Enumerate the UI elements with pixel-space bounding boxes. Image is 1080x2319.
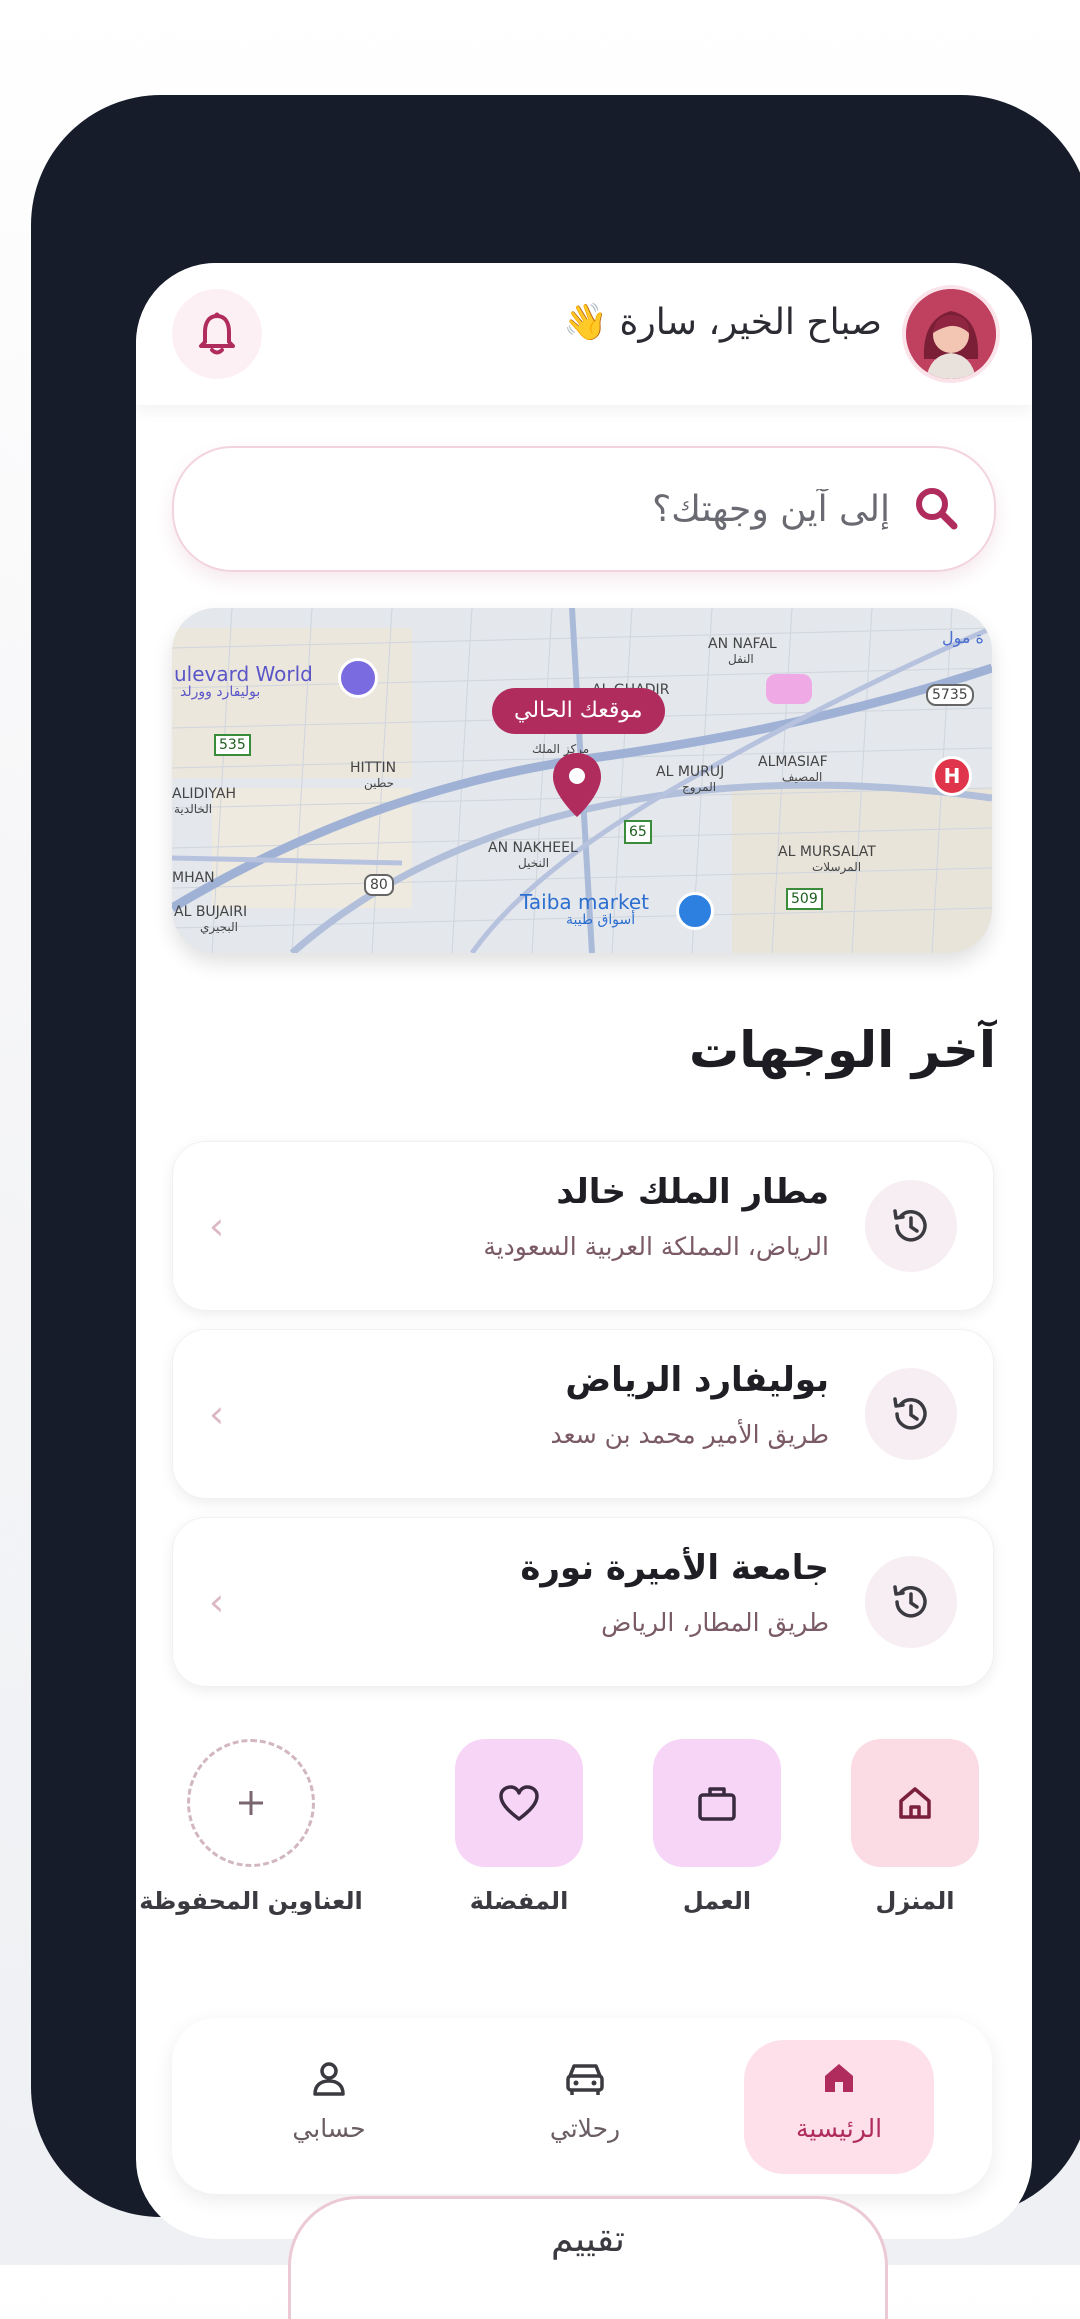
- search-icon: [916, 488, 958, 530]
- rate-label: تقييم: [551, 2219, 625, 2260]
- car-icon: [766, 674, 812, 704]
- nav-label: حسابي: [292, 2114, 366, 2143]
- destination-name: مطار الملك خالد: [556, 1172, 829, 1212]
- rate-button[interactable]: تقييم: [288, 2196, 888, 2319]
- home-tile[interactable]: [851, 1739, 979, 1867]
- road-shield-535: 535: [214, 734, 251, 756]
- map-label-hittin-ar: حطين: [364, 776, 395, 790]
- destination-address: طريق الأمير محمد بن سعد: [550, 1420, 829, 1449]
- nav-home[interactable]: الرئيسية: [744, 2040, 934, 2174]
- nav-label: رحلاتي: [549, 2114, 621, 2143]
- map-label-al-mursalat: AL MURSALAT: [778, 844, 876, 860]
- briefcase-icon: [698, 1787, 736, 1821]
- hospital-icon: H: [932, 756, 972, 796]
- nav-account[interactable]: حسابي: [234, 2040, 424, 2174]
- map-label-taiba-market: Taiba market: [520, 890, 650, 914]
- work-tile[interactable]: [653, 1739, 781, 1867]
- quick-action-label: المفضلة: [469, 1887, 569, 1915]
- road-shield-65: 65: [624, 820, 652, 844]
- recent-destination-item[interactable]: بوليفارد الرياض طريق الأمير محمد بن سعد …: [172, 1329, 994, 1499]
- avatar[interactable]: [906, 289, 996, 379]
- favorites-tile[interactable]: [455, 1739, 583, 1867]
- car-icon: [566, 2064, 604, 2095]
- map-label-mhan: MHAN: [172, 870, 215, 886]
- map-label-al-bujairi: AL BUJAIRI: [174, 904, 248, 920]
- map-label-alidiyah: ALIDIYAH: [172, 786, 236, 802]
- quick-action-label: المنزل: [875, 1887, 955, 1915]
- shopping-cart-icon: [676, 892, 714, 930]
- current-location-label: موقعك الحالي: [492, 688, 665, 734]
- recent-destination-item[interactable]: مطار الملك خالد الرياض، المملكة العربية …: [172, 1141, 994, 1311]
- location-pin-icon: [553, 753, 601, 817]
- quick-action-home[interactable]: المنزل: [850, 1739, 980, 1915]
- heart-icon: [499, 1785, 539, 1821]
- road-shield-80: 80: [364, 874, 394, 896]
- plus-icon: [239, 1791, 263, 1815]
- destination-name: جامعة الأميرة نورة: [520, 1548, 829, 1588]
- quick-action-saved-addresses[interactable]: العناوين المحفوظة: [136, 1739, 371, 1915]
- home-icon: [825, 2064, 853, 2092]
- search-input[interactable]: [268, 468, 892, 550]
- destination-name: بوليفارد الرياض: [565, 1360, 829, 1400]
- chevron-left-icon: ‹: [209, 1392, 225, 1436]
- chevron-left-icon: ‹: [209, 1580, 225, 1624]
- map-view[interactable]: ulevard World بوليفارد وورلد AN NAFAL ال…: [172, 608, 992, 953]
- quick-action-label: العمل: [682, 1887, 752, 1915]
- map-label-al-masiaf-ar: المصيف: [782, 770, 823, 784]
- recent-destination-item[interactable]: جامعة الأميرة نورة طريق المطار، الرياض ‹: [172, 1517, 994, 1687]
- phone-frame: صباح الخير، سارة 👋 إلى آين وجهتك؟ ulevar…: [31, 95, 1080, 2239]
- map-label-an-nakheel: AN NAKHEEL: [488, 840, 578, 856]
- bell-icon: [199, 312, 235, 355]
- map-label-al-bujairi-ar: البجيري: [200, 920, 238, 934]
- map-label-boulevard-ar: بوليفارد وورلد: [180, 684, 261, 700]
- map-label-hittin: HITTIN: [350, 760, 397, 776]
- road-shield-5735: 5735: [926, 684, 974, 706]
- map-label-mall-ar: ة مول: [942, 628, 984, 647]
- notifications-button[interactable]: [172, 289, 262, 379]
- bottom-navigation: الرئيسية رحلاتي حسابي: [172, 2018, 992, 2194]
- quick-action-favorites[interactable]: المفضلة: [454, 1739, 584, 1915]
- history-icon: [865, 1180, 957, 1272]
- greeting-text: صباح الخير، سارة 👋: [563, 302, 882, 343]
- map-label-an-nakheel-ar: النخيل: [518, 856, 550, 870]
- map-label-an-nafal: AN NAFAL: [708, 636, 777, 652]
- quick-action-work[interactable]: العمل: [652, 1739, 782, 1915]
- recent-destinations-title: آخر الوجهات: [688, 1021, 996, 1079]
- map-label-boulevard: ulevard World: [174, 662, 313, 686]
- destination-address: الرياض، المملكة العربية السعودية: [483, 1232, 829, 1261]
- boulevard-pin-icon: [338, 658, 378, 698]
- destination-address: طريق المطار، الرياض: [601, 1608, 829, 1637]
- map-label-al-muruj: AL MURUJ: [656, 764, 725, 780]
- top-header: صباح الخير، سارة 👋: [136, 263, 1032, 405]
- road-shield-509: 509: [786, 888, 823, 910]
- map-label-al-mursalat-ar: المرسلات: [812, 860, 862, 874]
- app-screen: صباح الخير، سارة 👋 إلى آين وجهتك؟ ulevar…: [136, 263, 1032, 2239]
- map-label-al-muruj-ar: المروج: [682, 780, 717, 794]
- chevron-left-icon: ‹: [209, 1204, 225, 1248]
- history-icon: [865, 1368, 957, 1460]
- user-icon: [313, 2062, 345, 2096]
- home-icon: [899, 1787, 931, 1819]
- map-label-taiba-market-ar: أسواق طيبة: [566, 912, 636, 928]
- destination-search[interactable]: [172, 446, 996, 572]
- map-label-an-nafal-ar: النفل: [728, 652, 754, 666]
- nav-label: الرئيسية: [795, 2114, 883, 2143]
- map-label-al-masiaf: ALMASIAF: [758, 754, 828, 770]
- nav-trips[interactable]: رحلاتي: [490, 2040, 680, 2174]
- add-saved-address-button[interactable]: [187, 1739, 315, 1867]
- map-label-alidiyah-ar: الخالدية: [174, 802, 213, 816]
- history-icon: [865, 1556, 957, 1648]
- quick-action-label: العناوين المحفوظة: [139, 1887, 363, 1915]
